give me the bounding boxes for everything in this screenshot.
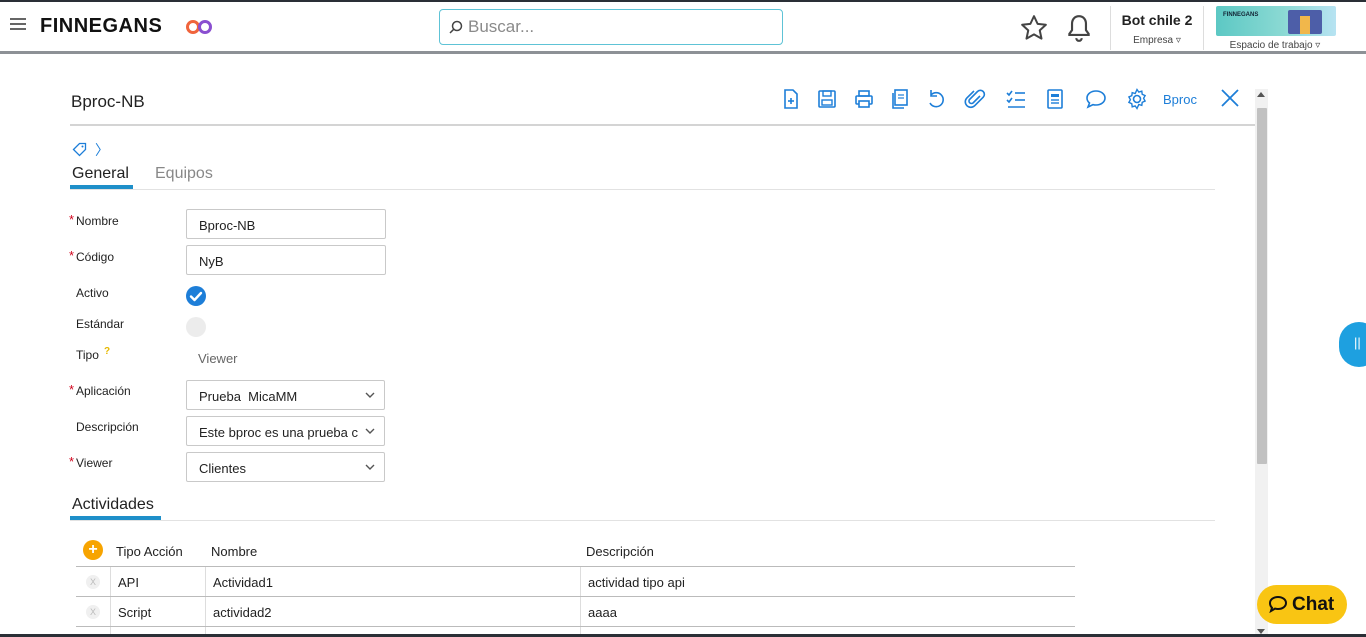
tabs-divider	[70, 189, 1215, 190]
tipo-label: Tipo	[76, 348, 99, 362]
codigo-field[interactable]: NyB	[186, 245, 386, 275]
activities-section-title: Actividades	[72, 496, 154, 513]
tipo-value: Viewer	[198, 351, 238, 366]
required-mark: *	[69, 212, 75, 227]
header-divider	[1203, 6, 1204, 50]
workspace-thumbnail-logo: FINNEGANS	[1223, 12, 1259, 18]
logo-co-icon	[186, 20, 212, 34]
delete-row-button[interactable]: X	[86, 575, 100, 589]
aplicacion-value: Prueba MicaMM	[199, 389, 298, 404]
undo-icon[interactable]	[925, 88, 947, 110]
title-divider	[70, 124, 1255, 126]
finnegans-logo[interactable]: FINNEGANS	[40, 15, 162, 38]
chevron-down-icon	[365, 428, 375, 434]
table-row-line	[76, 626, 1075, 627]
table-row-line	[76, 596, 1075, 597]
tab-general[interactable]: General	[72, 165, 129, 183]
print-icon[interactable]	[853, 88, 875, 110]
chat-label: Chat	[1292, 594, 1335, 615]
page-title: Bproc-NB	[71, 92, 145, 111]
table-cell-nombre[interactable]: Actividad1	[213, 575, 273, 590]
required-mark: *	[69, 248, 75, 263]
activo-label: Activo	[76, 286, 109, 300]
company-selector[interactable]: Bot chile 2 Empresa ▿	[1112, 12, 1202, 46]
viewer-value: Clientes	[199, 461, 246, 476]
column-header-tipo-accion[interactable]: Tipo Acción	[116, 544, 183, 559]
bell-icon[interactable]	[1066, 13, 1092, 43]
save-icon[interactable]	[816, 88, 838, 110]
codigo-label: Código	[76, 250, 115, 264]
comment-icon[interactable]	[1085, 88, 1107, 110]
table-cell-descripcion[interactable]: actividad tipo api	[588, 575, 685, 590]
column-header-descripcion[interactable]: Descripción	[586, 544, 654, 559]
table-cell-nombre[interactable]: actividad2	[213, 605, 272, 620]
table-cell-descripcion[interactable]: aaaa	[588, 605, 617, 620]
scroll-up-icon[interactable]	[1257, 92, 1265, 97]
table-header-line	[76, 566, 1075, 567]
search-input[interactable]	[468, 16, 768, 38]
document-icon[interactable]	[1044, 88, 1066, 110]
viewer-select[interactable]: Clientes	[186, 452, 385, 482]
tab-equipos[interactable]: Equipos	[155, 165, 213, 183]
workspace-thumbnail-accent	[1300, 16, 1310, 34]
chat-button[interactable]: Chat	[1257, 585, 1347, 624]
help-icon[interactable]: ?	[104, 346, 110, 357]
workspace-label: Espacio de trabajo ▿	[1229, 40, 1321, 51]
company-name: Bot chile 2	[1121, 12, 1193, 28]
company-label: Empresa ▿	[1133, 35, 1181, 46]
table-cell-tipo[interactable]: API	[118, 575, 139, 590]
breadcrumb-chevron-icon[interactable]: 〉	[95, 140, 109, 160]
chevron-down-icon	[365, 464, 375, 470]
nombre-field[interactable]: Bproc-NB	[186, 209, 386, 239]
delete-row-button[interactable]: X	[86, 605, 100, 619]
required-mark: *	[69, 454, 75, 469]
aplicacion-label: Aplicación	[76, 384, 131, 398]
descripcion-select[interactable]: Este bproc es una prueba c	[186, 416, 385, 446]
viewer-label: Viewer	[76, 456, 113, 470]
tag-icon[interactable]	[72, 142, 87, 157]
side-panel-toggle[interactable]: ||	[1339, 322, 1366, 367]
copy-icon[interactable]	[889, 88, 911, 110]
top-header: FINNEGANS Bot chile 2 Empresa ▿ FINNEGAN…	[0, 0, 1366, 54]
add-activity-button[interactable]: +	[83, 540, 103, 560]
search-box[interactable]	[439, 9, 783, 45]
settings-icon[interactable]	[1126, 88, 1148, 110]
descripcion-label: Descripción	[76, 420, 139, 434]
new-document-icon[interactable]	[780, 88, 802, 110]
activo-checkbox[interactable]	[186, 286, 206, 306]
scrollbar-thumb[interactable]	[1257, 108, 1267, 464]
check-icon	[189, 291, 203, 302]
workspace-thumbnail: FINNEGANS	[1216, 6, 1336, 36]
bproc-link[interactable]: Bproc	[1163, 92, 1197, 107]
table-cell-tipo[interactable]: Script	[118, 605, 151, 620]
aplicacion-select[interactable]: Prueba MicaMM	[186, 380, 385, 410]
star-icon[interactable]	[1019, 13, 1049, 43]
side-panel-toggle-label: ||	[1354, 335, 1361, 350]
search-icon	[449, 20, 463, 34]
section-divider	[70, 520, 1215, 521]
header-divider	[1110, 6, 1111, 50]
workspace-selector[interactable]: FINNEGANS Espacio de trabajo ▿	[1214, 6, 1336, 51]
close-icon[interactable]	[1219, 87, 1241, 109]
descripcion-value: Este bproc es una prueba c	[199, 425, 358, 440]
checklist-icon[interactable]	[1005, 88, 1027, 110]
required-mark: *	[69, 382, 75, 397]
chat-icon	[1268, 595, 1288, 613]
chevron-down-icon	[365, 392, 375, 398]
nombre-label: Nombre	[76, 214, 119, 228]
column-header-nombre[interactable]: Nombre	[211, 544, 257, 559]
estandar-checkbox[interactable]	[186, 317, 206, 337]
attach-icon[interactable]	[964, 88, 986, 110]
menu-icon[interactable]	[10, 18, 26, 32]
estandar-label: Estándar	[76, 317, 125, 331]
